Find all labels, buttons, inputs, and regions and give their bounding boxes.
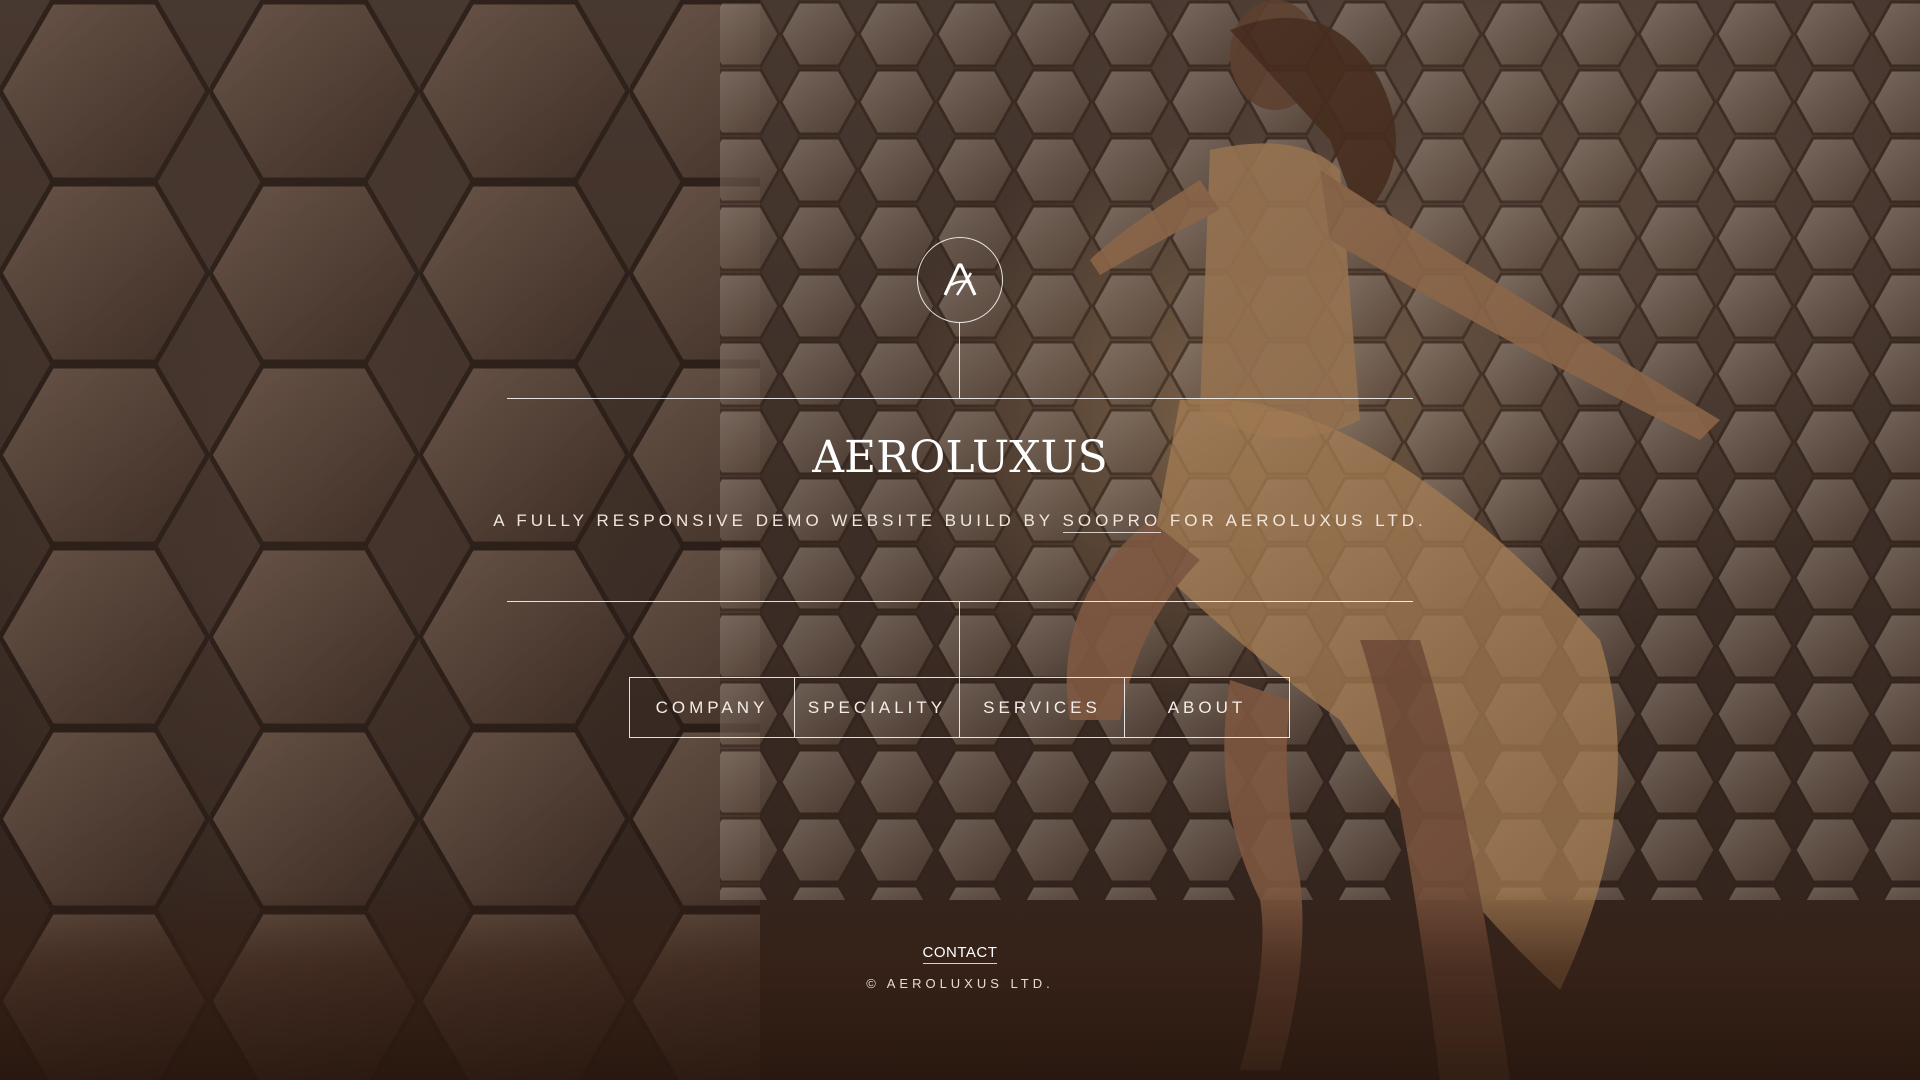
nav-speciality[interactable]: SPECIALITY: [795, 678, 960, 737]
connector-line-bottom: [959, 602, 960, 678]
site-title: AEROLUXUS: [812, 432, 1108, 483]
nav-services[interactable]: SERVICES: [960, 678, 1125, 737]
contact-link[interactable]: CONTACT: [922, 944, 998, 964]
divider-bottom: [507, 601, 1413, 602]
aeroluxus-monogram-icon: [943, 263, 977, 296]
connector-line-top: [959, 322, 960, 398]
tagline-prefix: A FULLY RESPONSIVE DEMO WEBSITE BUILD BY: [493, 511, 1054, 530]
nav-company[interactable]: COMPANY: [630, 678, 795, 737]
soopro-link[interactable]: SOOPRO: [1062, 511, 1162, 533]
logo-circle[interactable]: [917, 237, 1003, 323]
contact-wrapper: CONTACT: [0, 944, 1920, 964]
divider-top: [507, 398, 1413, 399]
tagline-suffix: FOR AEROLUXUS LTD.: [1169, 511, 1427, 530]
main-nav: COMPANY SPECIALITY SERVICES ABOUT: [629, 677, 1290, 738]
background-photo: [0, 0, 1920, 1080]
nav-about[interactable]: ABOUT: [1125, 678, 1289, 737]
copyright: © AEROLUXUS LTD.: [866, 976, 1054, 991]
tagline: A FULLY RESPONSIVE DEMO WEBSITE BUILD BY…: [0, 510, 1920, 533]
overlay-shade: [0, 0, 1920, 1080]
